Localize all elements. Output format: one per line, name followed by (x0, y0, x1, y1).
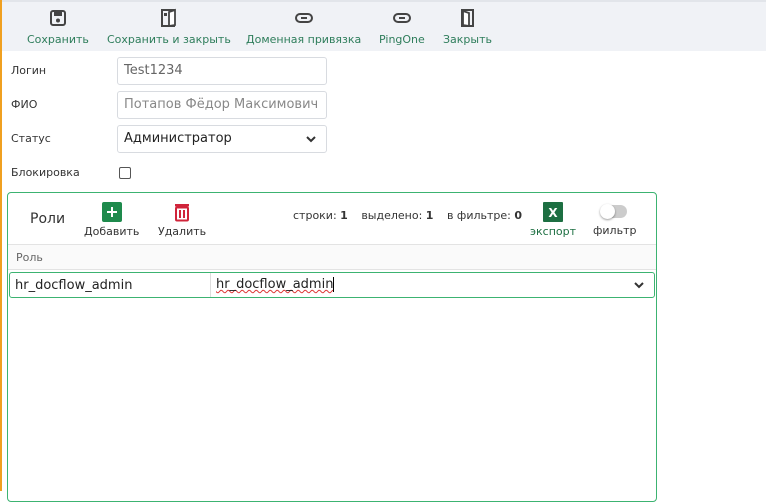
filter-toggle[interactable] (600, 204, 627, 219)
status-label: Статус (11, 132, 51, 145)
fio-label: ФИО (11, 98, 38, 111)
save-close-button[interactable]: Сохранить и закрыть (107, 8, 231, 46)
block-label: Блокировка (11, 166, 80, 179)
pingone-button[interactable]: PingOne (379, 8, 425, 46)
left-accent-border (0, 0, 2, 491)
login-label: Логин (11, 64, 47, 77)
save-icon (49, 10, 66, 26)
trash-icon (175, 204, 190, 222)
link-icon (392, 13, 411, 23)
toolbar: Сохранить Сохранить и закрыть Доменная п… (2, 0, 766, 51)
roles-title: Роли (30, 211, 66, 227)
block-checkbox[interactable] (119, 167, 131, 179)
chevron-down-icon (634, 282, 644, 289)
add-button[interactable]: Добавить (84, 202, 139, 238)
role-cell: hr_docflow_admin (15, 278, 133, 293)
status-value: Администратор (124, 131, 232, 146)
chevron-down-icon (306, 136, 316, 143)
save-close-icon (160, 8, 176, 28)
delete-button[interactable]: Удалить (158, 202, 206, 238)
door-icon (460, 9, 474, 28)
save-button[interactable]: Сохранить (27, 8, 89, 46)
column-header-role[interactable]: Роль (8, 244, 656, 270)
status-select[interactable]: Администратор (117, 125, 327, 153)
link-icon (294, 13, 313, 23)
table-row[interactable]: hr_docflow_admin hr_docflow_admin (9, 272, 655, 298)
login-input[interactable]: Test1234 (117, 57, 327, 85)
roles-panel: Роли Добавить Удалить строки: 1 выделено… (7, 192, 657, 502)
domain-binding-button[interactable]: Доменная привязка (246, 8, 361, 46)
close-button[interactable]: Закрыть (443, 8, 492, 46)
stats: строки: 1 выделено: 1 в фильтре: 0 (293, 209, 523, 222)
role-edit-select[interactable]: hr_docflow_admin (210, 273, 654, 297)
svg-text:X: X (548, 206, 558, 220)
export-button[interactable]: X экспорт (530, 202, 576, 238)
fio-input[interactable]: Потапов Фёдор Максимович (117, 91, 327, 119)
plus-icon (101, 202, 122, 222)
excel-icon: X (543, 202, 564, 222)
filter-label: фильтр (593, 224, 637, 237)
